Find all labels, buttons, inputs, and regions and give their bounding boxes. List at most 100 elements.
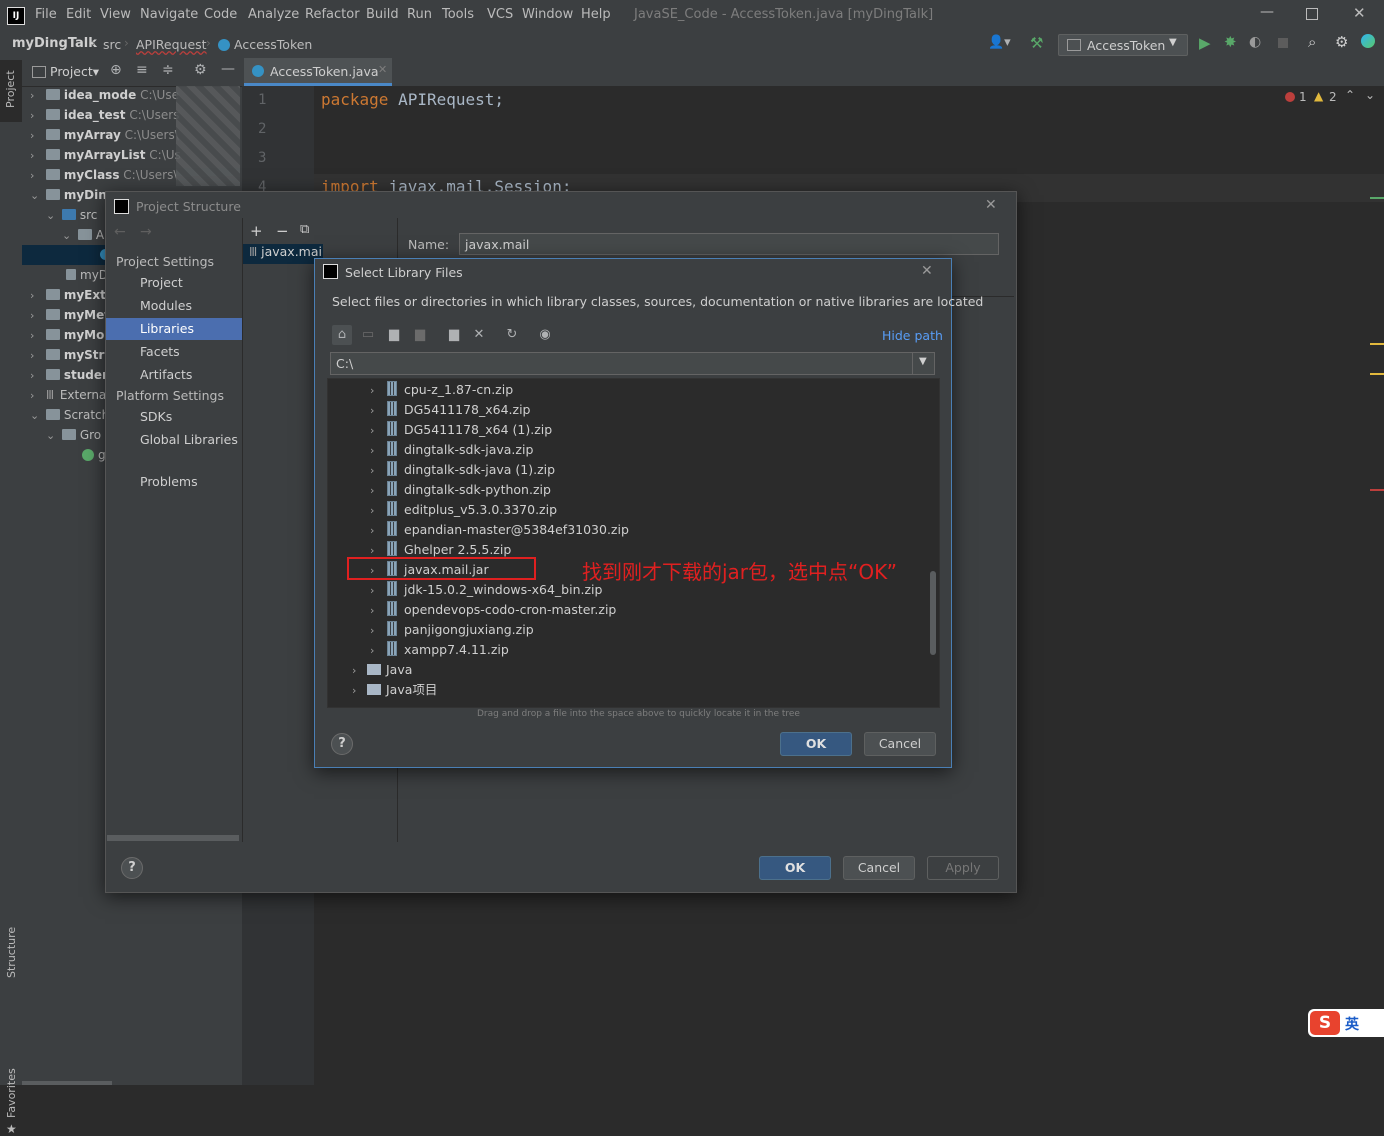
tree-item-myclass[interactable]: › myClass C:\Users\ <box>30 165 177 185</box>
nav-project[interactable]: Project <box>140 272 183 294</box>
menu-file[interactable]: File <box>35 7 57 22</box>
forward-arrow-icon[interactable]: → <box>140 224 152 240</box>
ime-indicator[interactable]: S 英 <box>1308 1009 1384 1037</box>
ok-button[interactable]: OK <box>780 732 852 756</box>
tree-item-mymet[interactable]: › myMet <box>30 305 110 325</box>
nav-artifacts[interactable]: Artifacts <box>140 364 192 386</box>
ok-button[interactable]: OK <box>759 856 831 880</box>
tree-item-myd[interactable]: myD <box>66 265 108 285</box>
structure-tab-label[interactable]: Structure <box>5 927 18 978</box>
run-icon[interactable]: ▶ <box>1199 34 1211 52</box>
breadcrumb-src[interactable]: src <box>103 37 121 52</box>
coverage-icon[interactable]: ◐ <box>1249 34 1261 50</box>
tree-item-myext[interactable]: › myExt <box>30 285 106 305</box>
minimize-icon[interactable]: — <box>1260 4 1274 20</box>
menu-run[interactable]: Run <box>407 7 432 22</box>
tree-item-idea-test[interactable]: › idea_test C:\Users <box>30 105 179 125</box>
refresh-icon[interactable]: ↻ <box>502 325 522 345</box>
menu-navigate[interactable]: Navigate <box>140 7 198 22</box>
previous-highlight-icon[interactable]: ⌃ <box>1345 88 1355 102</box>
folder-item[interactable]: › Java <box>352 660 412 680</box>
warning-icon[interactable]: ▲ <box>1314 89 1323 103</box>
nav-libraries-selected[interactable]: Libraries <box>106 318 242 340</box>
library-item[interactable]: Ⅲ javax.mail <box>243 244 323 264</box>
run-config-selector[interactable]: AccessToken ▼ <box>1058 34 1188 56</box>
file-item[interactable]: › DG5411178_x64.zip <box>370 400 530 420</box>
remove-icon[interactable]: − <box>276 222 289 240</box>
menu-view[interactable]: View <box>100 7 131 22</box>
menu-build[interactable]: Build <box>366 7 399 22</box>
tree-item-mymo[interactable]: › myMo <box>30 325 104 345</box>
delete-icon[interactable]: ✕ <box>469 325 489 345</box>
plugin-icon[interactable] <box>1361 34 1375 48</box>
menu-refactor[interactable]: Refactor <box>305 7 360 22</box>
error-icon[interactable] <box>1285 92 1295 102</box>
tree-item-package[interactable]: ⌄ A <box>62 225 104 245</box>
new-folder-icon[interactable]: ▆ <box>444 325 464 345</box>
file-item[interactable]: › jdk-15.0.2_windows-x64_bin.zip <box>370 580 602 600</box>
tree-item-external-libraries[interactable]: › Ⅲ Externa <box>30 385 106 405</box>
menu-vcs[interactable]: VCS <box>487 7 513 22</box>
tree-item-src[interactable]: ⌄ src <box>46 205 97 225</box>
add-icon[interactable]: + <box>250 222 263 240</box>
file-item[interactable]: › editplus_v5.3.0.3370.zip <box>370 500 557 520</box>
close-window-icon[interactable]: ✕ <box>1353 4 1366 22</box>
tab-accesstoken-java[interactable]: AccessToken.java ✕ <box>244 58 392 86</box>
back-arrow-icon[interactable]: ← <box>114 224 126 240</box>
file-item[interactable]: › dingtalk-sdk-java.zip <box>370 440 533 460</box>
file-item[interactable]: › epandian-master@5384ef31030.zip <box>370 520 629 540</box>
desktop-icon[interactable]: ▭ <box>358 325 378 345</box>
file-item[interactable]: › cpu-z_1.87-cn.zip <box>370 380 513 400</box>
breadcrumb-package[interactable]: APIRequest <box>136 37 207 52</box>
nav-sdks[interactable]: SDKs <box>140 406 172 428</box>
search-icon[interactable]: ⌕ <box>1308 33 1316 51</box>
tree-item-myarray[interactable]: › myArray C:\Users\ <box>30 125 179 145</box>
nav-scrollbar[interactable] <box>107 835 239 841</box>
options-gear-icon[interactable]: ⚙ <box>194 62 207 78</box>
path-field[interactable]: C:\ ▼ <box>330 352 935 375</box>
nav-modules[interactable]: Modules <box>140 295 192 317</box>
file-item[interactable]: › panjigongjuxiang.zip <box>370 620 534 640</box>
favorites-tab-label[interactable]: Favorites <box>5 1068 18 1118</box>
file-item[interactable]: › opendevops-codo-cron-master.zip <box>370 600 616 620</box>
project-view-selector[interactable]: Project▾ <box>50 64 99 79</box>
project-directory-icon[interactable]: ▆ <box>384 325 404 345</box>
nav-problems[interactable]: Problems <box>140 471 198 493</box>
help-button[interactable]: ? <box>121 857 143 879</box>
help-button[interactable]: ? <box>331 733 353 755</box>
show-hidden-icon[interactable]: ◉ <box>535 325 555 345</box>
file-item[interactable]: › xampp7.4.11.zip <box>370 640 509 660</box>
close-dialog-icon[interactable]: ✕ <box>985 197 997 213</box>
menu-code[interactable]: Code <box>204 7 237 22</box>
debug-icon[interactable]: ✸ <box>1224 33 1237 51</box>
menu-window[interactable]: Window <box>522 7 573 22</box>
file-item[interactable]: › dingtalk-sdk-java (1).zip <box>370 460 555 480</box>
menu-tools[interactable]: Tools <box>442 7 474 22</box>
apply-button[interactable]: Apply <box>927 856 999 880</box>
breadcrumb-class[interactable]: AccessToken <box>234 37 312 52</box>
tree-item-g[interactable]: g <box>82 445 106 465</box>
nav-facets[interactable]: Facets <box>140 341 180 363</box>
close-dialog-icon[interactable]: ✕ <box>921 263 933 279</box>
file-item[interactable]: › DG5411178_x64 (1).zip <box>370 420 552 440</box>
cancel-button[interactable]: Cancel <box>843 856 915 880</box>
tree-item-myarraylist[interactable]: › myArrayList C:\Us <box>30 145 181 165</box>
tree-item-studen[interactable]: › studen <box>30 365 111 385</box>
build-hammer-icon[interactable]: ⚒ <box>1030 34 1043 52</box>
hide-panel-icon[interactable]: — <box>221 61 235 77</box>
settings-gear-icon[interactable]: ⚙ <box>1335 33 1348 51</box>
folder-item[interactable]: › Java项目 <box>352 680 437 700</box>
stop-icon[interactable] <box>1278 38 1288 48</box>
menu-analyze[interactable]: Analyze <box>248 7 299 22</box>
locate-icon[interactable]: ⊕ <box>110 62 122 78</box>
tree-item-scratches[interactable]: ⌄ Scratch <box>30 405 109 425</box>
menu-edit[interactable]: Edit <box>66 7 91 22</box>
maximize-icon[interactable] <box>1306 8 1318 20</box>
close-tab-icon[interactable]: ✕ <box>378 63 387 76</box>
project-tab[interactable]: Project <box>0 60 22 122</box>
expand-all-icon[interactable]: ≡ <box>136 62 148 78</box>
hide-path-link[interactable]: Hide path <box>882 328 943 343</box>
collapse-all-icon[interactable]: ≑ <box>162 62 174 78</box>
tree-item-mystri[interactable]: › myStri <box>30 345 109 365</box>
menu-help[interactable]: Help <box>581 7 611 22</box>
